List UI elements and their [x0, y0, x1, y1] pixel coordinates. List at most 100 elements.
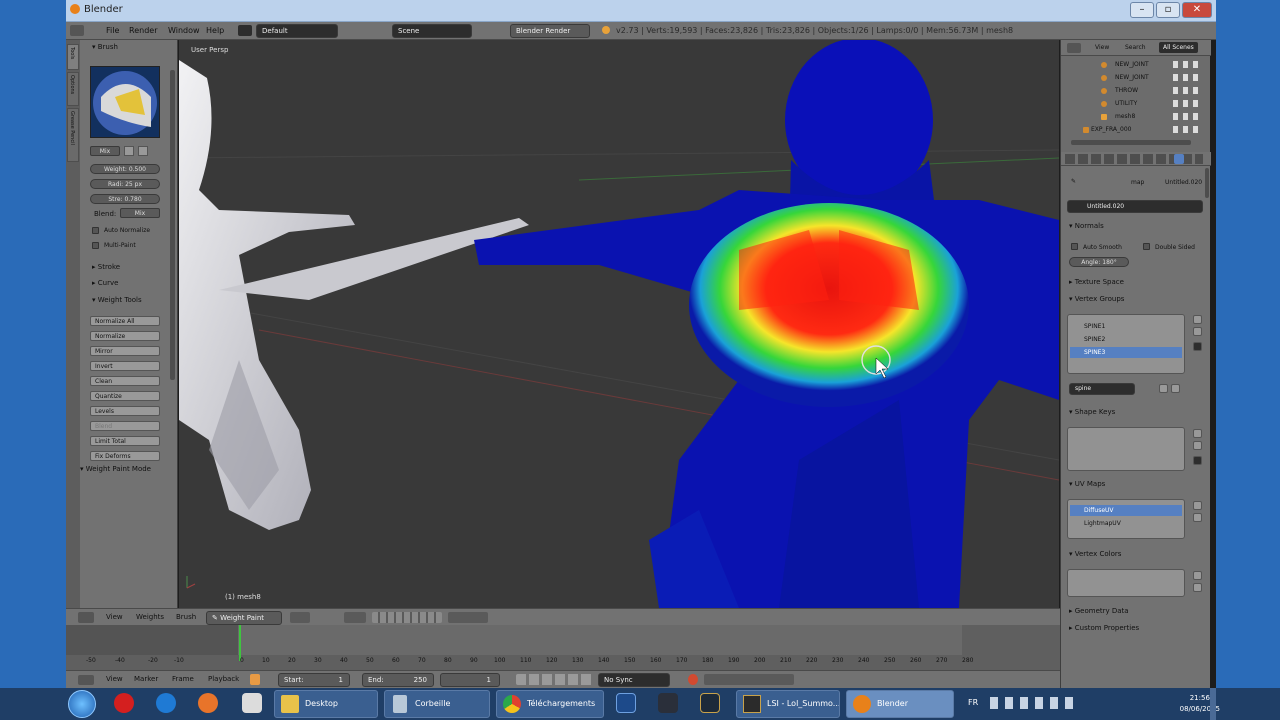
weight-tools-panel-header[interactable]: ▾ Weight Tools [92, 296, 142, 304]
stroke-panel-header[interactable]: ▸ Stroke [92, 263, 120, 271]
minimize-button[interactable]: – [1130, 2, 1154, 18]
tl-menu-playback[interactable]: Playback [208, 675, 239, 683]
taskbar-item-lsi[interactable]: LSI - Lol_Summo... [736, 690, 840, 718]
brush-panel-header[interactable]: ▾ Brush [92, 43, 118, 51]
vertex-color-list[interactable] [1067, 569, 1185, 597]
menu-file[interactable]: File [106, 26, 119, 35]
menu-help[interactable]: Help [206, 26, 224, 35]
brush-users-count[interactable] [124, 146, 134, 156]
angle-slider[interactable]: Angle: 180° [1069, 257, 1129, 267]
render-preview-buttons[interactable] [448, 612, 488, 623]
end-frame-field[interactable]: End: 250 [362, 673, 434, 687]
keying-set-field[interactable] [704, 674, 794, 685]
visibility-toggles[interactable] [1173, 74, 1199, 81]
weight-slider[interactable]: Weight: 0.500 [90, 164, 160, 174]
window-titlebar[interactable]: Blender – ▫ ✕ [66, 0, 1216, 22]
mirror-button[interactable]: Mirror [90, 346, 160, 356]
outliner-editor-icon[interactable] [1067, 43, 1081, 53]
editor-type-icon[interactable] [70, 25, 84, 36]
tab-options[interactable]: Options [67, 72, 79, 106]
visibility-toggles[interactable] [1173, 126, 1199, 133]
menu-window[interactable]: Window [168, 26, 200, 35]
shape-key-specials-button[interactable] [1193, 456, 1202, 465]
shading-select[interactable] [290, 612, 310, 623]
group-specials-button[interactable] [1193, 342, 1202, 351]
double-sided-checkbox[interactable] [1143, 243, 1150, 250]
normals-panel-header[interactable]: ▾ Normals [1069, 222, 1104, 230]
outliner-row[interactable]: NEW_JOINT [1061, 71, 1201, 84]
quantize-button[interactable]: Quantize [90, 391, 160, 401]
preview-range-icon[interactable] [250, 674, 260, 685]
notepad-icon[interactable] [242, 693, 262, 713]
outliner-row[interactable]: THROW [1061, 84, 1201, 97]
blend-button[interactable]: Blend [90, 421, 160, 431]
outliner-tab-search[interactable]: Search [1125, 44, 1146, 51]
add-uv-button[interactable] [1193, 501, 1202, 510]
record-icon[interactable] [688, 674, 698, 685]
custom-properties-header[interactable]: ▸ Custom Properties [1069, 624, 1139, 632]
close-button[interactable]: ✕ [1182, 2, 1212, 18]
props-scrollbar[interactable] [1205, 168, 1209, 198]
tab-tools[interactable]: Tools [67, 44, 79, 70]
brush-fake-user[interactable] [138, 146, 148, 156]
vp-menu-view[interactable]: View [106, 613, 123, 621]
taskbar-item-recycle-bin[interactable]: Corbeille [384, 690, 490, 718]
normalize-all-button[interactable]: Normalize All [90, 316, 160, 326]
show-desktop-button[interactable] [1210, 688, 1216, 720]
outliner-row[interactable]: mesh8 [1061, 110, 1201, 123]
filter-sort-button[interactable] [1159, 384, 1168, 393]
maximize-button[interactable]: ▫ [1156, 2, 1180, 18]
taskbar-item-chrome[interactable]: Téléchargements [496, 690, 604, 718]
playback-controls[interactable] [516, 674, 594, 685]
blend-select[interactable]: Mix [120, 208, 160, 218]
mode-select[interactable]: ✎ Weight Paint [206, 611, 282, 625]
texture-space-header[interactable]: ▸ Texture Space [1069, 278, 1124, 286]
timeline-editor-icon[interactable] [78, 675, 94, 685]
vertex-groups-header[interactable]: ▾ Vertex Groups [1069, 295, 1124, 303]
remove-uv-button[interactable] [1193, 513, 1202, 522]
system-tray-icons[interactable] [990, 697, 1080, 709]
normalize-button[interactable]: Normalize [90, 331, 160, 341]
current-frame-field[interactable]: 1 [440, 673, 500, 687]
visibility-toggles[interactable] [1173, 100, 1199, 107]
shape-keys-header[interactable]: ▾ Shape Keys [1069, 408, 1115, 416]
scene-field[interactable]: Scene [392, 24, 472, 38]
group-filter-input[interactable]: spine [1069, 383, 1135, 395]
filter-invert-button[interactable] [1171, 384, 1180, 393]
auto-normalize-checkbox[interactable] [92, 227, 99, 234]
multi-paint-checkbox[interactable] [92, 242, 99, 249]
brush-preview[interactable] [90, 66, 160, 138]
start-frame-field[interactable]: Start: 1 [278, 673, 350, 687]
fix-deforms-button[interactable]: Fix Deforms [90, 451, 160, 461]
tl-menu-marker[interactable]: Marker [134, 675, 158, 683]
list-item[interactable]: LightmapUV [1070, 518, 1182, 529]
vertex-group-list[interactable]: SPINE1 SPINE2 SPINE3 [1067, 314, 1185, 374]
screen-layout-icon[interactable] [238, 25, 252, 36]
radius-slider[interactable]: Radi: 25 px [90, 179, 160, 189]
photoshop-icon[interactable] [616, 693, 636, 713]
uv-map-list[interactable]: DiffuseUV LightmapUV [1067, 499, 1185, 539]
list-item[interactable]: SPINE1 [1070, 321, 1182, 332]
taskbar-item-desktop[interactable]: Desktop [274, 690, 378, 718]
levels-button[interactable]: Levels [90, 406, 160, 416]
start-button[interactable] [68, 690, 96, 718]
visibility-toggles[interactable] [1173, 87, 1199, 94]
firefox-icon[interactable] [198, 693, 218, 713]
render-engine-select[interactable]: Blender Render [510, 24, 590, 38]
internet-explorer-icon[interactable] [156, 693, 176, 713]
add-group-button[interactable] [1193, 315, 1202, 324]
tl-menu-frame[interactable]: Frame [172, 675, 194, 683]
vertex-colors-header[interactable]: ▾ Vertex Colors [1069, 550, 1121, 558]
data-tab-icon[interactable] [1174, 154, 1184, 164]
league-client-icon[interactable] [700, 693, 720, 713]
shape-key-list[interactable] [1067, 427, 1185, 471]
outliner-row[interactable]: UTILITY [1061, 97, 1201, 110]
uv-maps-header[interactable]: ▾ UV Maps [1069, 480, 1105, 488]
outliner-display-mode[interactable]: All Scenes [1159, 42, 1198, 53]
geometry-data-header[interactable]: ▸ Geometry Data [1069, 607, 1129, 615]
screen-layout-field[interactable]: Default [256, 24, 338, 38]
timeline[interactable]: -50 -40 -20 -10 0 10 20 30 40 50 60 70 8… [66, 625, 1060, 670]
viewport-editor-icon[interactable] [78, 612, 94, 623]
vp-menu-weights[interactable]: Weights [136, 613, 164, 621]
visibility-toggles[interactable] [1173, 113, 1199, 120]
